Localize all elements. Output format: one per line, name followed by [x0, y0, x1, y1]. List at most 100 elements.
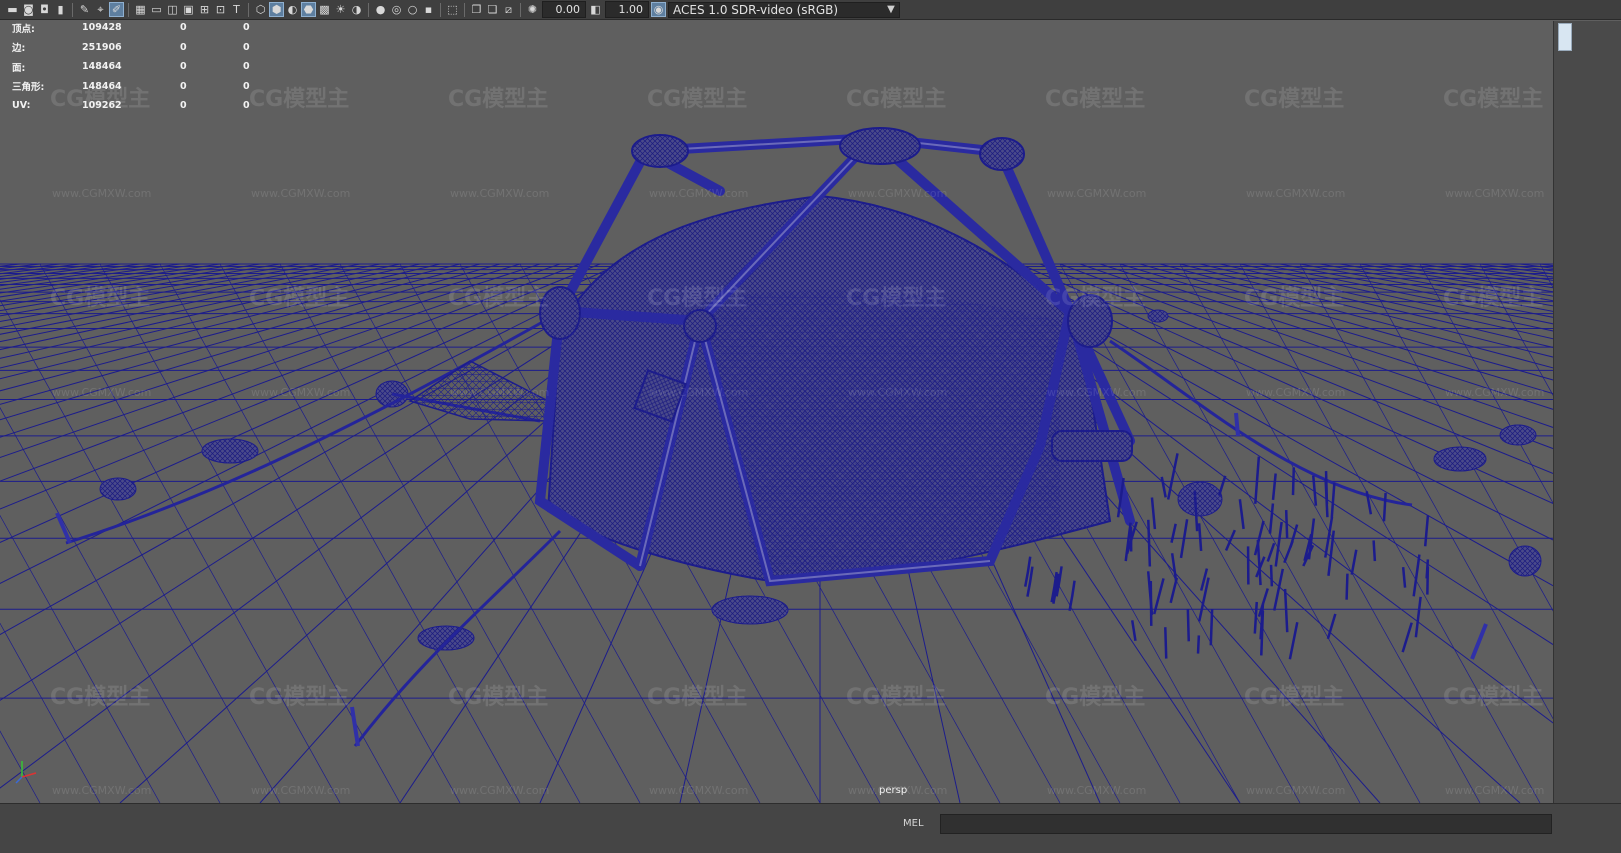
watermark-text: CG模型主	[1045, 286, 1145, 311]
watermark-text: CG模型主	[647, 685, 747, 710]
watermark-text: CG模型主	[1443, 286, 1543, 311]
viewport-scene: CG模型主 CG模型主 CG模型主 CG模型主 CG模型主 CG模型主 CG模型主 CG模型主…	[0, 21, 1621, 804]
camera-icon[interactable]: ▬	[6, 3, 19, 16]
hud-row: 顶点: 109428 0 0	[12, 22, 250, 35]
watermark-text: CG模型主	[1244, 87, 1344, 112]
camera-attr-icon[interactable]: ◙	[22, 3, 35, 16]
watermark-text: CG模型主	[647, 286, 747, 311]
toolbar-divider	[520, 2, 521, 17]
grease-pencil-icon[interactable]: ✎	[78, 3, 91, 16]
checker-icon[interactable]: ▩	[318, 3, 331, 16]
toolbar-divider	[464, 2, 465, 17]
watermark-text: CG模型主	[249, 87, 349, 112]
watermark-url: www.CGMXW.com	[251, 784, 350, 797]
watermark-url: www.CGMXW.com	[649, 187, 748, 200]
watermark-url: www.CGMXW.com	[1246, 187, 1345, 200]
watermark-url: www.CGMXW.com	[450, 386, 549, 399]
resolution-gate-icon[interactable]: ◫	[166, 3, 179, 16]
xray-icon[interactable]: ❐	[470, 3, 483, 16]
hud-row: 面: 148464 0 0	[12, 61, 250, 74]
mel-label: MEL	[903, 818, 924, 829]
watermark-text: CG模型主	[249, 286, 349, 311]
toolbar-divider	[72, 2, 73, 17]
watermark-text: CG模型主	[647, 87, 747, 112]
xray-joints-icon[interactable]: ❏	[486, 3, 499, 16]
watermark-url: www.CGMXW.com	[251, 386, 350, 399]
toolbar-divider	[248, 2, 249, 17]
watermark-url: www.CGMXW.com	[1445, 784, 1544, 797]
hud-row: UV: 109262 0 0	[12, 100, 250, 112]
smooth-shade-icon[interactable]: ⬢	[269, 2, 284, 17]
wireframe-icon[interactable]: ⬡	[254, 3, 267, 16]
watermark-text: CG模型主	[846, 685, 946, 710]
grid-icon[interactable]: ▦	[134, 3, 147, 16]
command-line-bar: MEL	[0, 803, 1621, 853]
watermark-text: CG模型主	[1244, 685, 1344, 710]
viewport-toolbar: ▬ ◙ ◘ ▮ ✎ ⌖ ✐ ▦ ▭ ◫ ▣ ⊞ ⊡ T ⬡ ⬢ ◐ ⬣ ▩ ☀ …	[0, 0, 1621, 20]
watermark-text: CG模型主	[846, 286, 946, 311]
camera-label: persp	[879, 785, 908, 796]
field-chart-icon[interactable]: ⊞	[198, 3, 211, 16]
watermark-text: CG模型主	[50, 286, 150, 311]
safe-title-icon[interactable]: T	[230, 3, 243, 16]
watermark-url: www.CGMXW.com	[848, 187, 947, 200]
hud-row: 边: 251906 0 0	[12, 41, 250, 55]
watermark-text: CG模型主	[50, 685, 150, 710]
gamma-icon[interactable]: ◧	[589, 3, 602, 16]
depth-of-field-icon[interactable]: ▪	[422, 3, 435, 16]
hud-row: 三角形: 148464 0 0	[12, 80, 250, 94]
textured-icon[interactable]: ⬣	[301, 2, 316, 17]
snap-icon[interactable]: ⌖	[94, 3, 107, 16]
isolate-select-icon[interactable]: ⬚	[446, 3, 459, 16]
film-gate-icon[interactable]: ▭	[150, 3, 163, 16]
viewport-3d[interactable]: CG模型主 CG模型主 CG模型主 CG模型主 CG模型主 CG模型主 CG模型主 CG模型主…	[0, 21, 1621, 804]
color-space-dropdown[interactable]: ACES 1.0 SDR-video (sRGB) ▼	[668, 1, 900, 18]
motion-blur-icon[interactable]: ◎	[390, 3, 403, 16]
ao-icon[interactable]: ●	[374, 3, 387, 16]
color-management-icon[interactable]: ◉	[651, 2, 666, 17]
chevron-down-icon: ▼	[887, 4, 895, 15]
aa-icon[interactable]: ○	[406, 3, 419, 16]
watermark-text: CG模型主	[1443, 87, 1543, 112]
watermark-text: CG模型主	[448, 286, 548, 311]
watermark-url: www.CGMXW.com	[1047, 187, 1146, 200]
gamma-field[interactable]: 1.00	[605, 1, 649, 18]
watermark-url: www.CGMXW.com	[848, 386, 947, 399]
bookmark-icon[interactable]: ◘	[38, 3, 51, 16]
watermark-url: www.CGMXW.com	[1246, 386, 1345, 399]
shadows-icon[interactable]: ◑	[350, 3, 363, 16]
watermark-url: www.CGMXW.com	[1047, 784, 1146, 797]
right-side-panel	[1553, 21, 1621, 803]
watermark-url: www.CGMXW.com	[450, 187, 549, 200]
default-material-icon[interactable]: ◐	[286, 3, 299, 16]
watermark-text: CG模型主	[1045, 685, 1145, 710]
watermark-url: www.CGMXW.com	[52, 386, 151, 399]
watermark-text: CG模型主	[1244, 286, 1344, 311]
toolbar-divider	[440, 2, 441, 17]
mel-command-input[interactable]	[940, 814, 1552, 834]
watermark-text: CG模型主	[249, 685, 349, 710]
image-plane-icon[interactable]: ▮	[54, 3, 67, 16]
highlight-icon[interactable]: ✐	[109, 2, 124, 17]
watermark-url: www.CGMXW.com	[251, 187, 350, 200]
watermark-url: www.CGMXW.com	[1445, 187, 1544, 200]
lights-icon[interactable]: ☀	[334, 3, 347, 16]
safe-action-icon[interactable]: ⊡	[214, 3, 227, 16]
watermark-url: www.CGMXW.com	[52, 187, 151, 200]
exposure-field[interactable]: 0.00	[542, 1, 586, 18]
watermark-text: CG模型主	[1045, 87, 1145, 112]
watermark-url: www.CGMXW.com	[450, 784, 549, 797]
watermark-url: www.CGMXW.com	[649, 386, 748, 399]
watermark-text: CG模型主	[448, 87, 548, 112]
watermark-text: CG模型主	[846, 87, 946, 112]
watermark-url: www.CGMXW.com	[1047, 386, 1146, 399]
panel-tab[interactable]	[1558, 23, 1572, 51]
watermark-url: www.CGMXW.com	[649, 784, 748, 797]
gate-mask-icon[interactable]: ▣	[182, 3, 195, 16]
xray-components-icon[interactable]: ⧄	[502, 3, 515, 16]
watermark-url: www.CGMXW.com	[1246, 784, 1345, 797]
watermark-text: CG模型主	[448, 685, 548, 710]
toolbar-divider	[368, 2, 369, 17]
exposure-icon[interactable]: ✺	[526, 3, 539, 16]
watermark-text: CG模型主	[1443, 685, 1543, 710]
